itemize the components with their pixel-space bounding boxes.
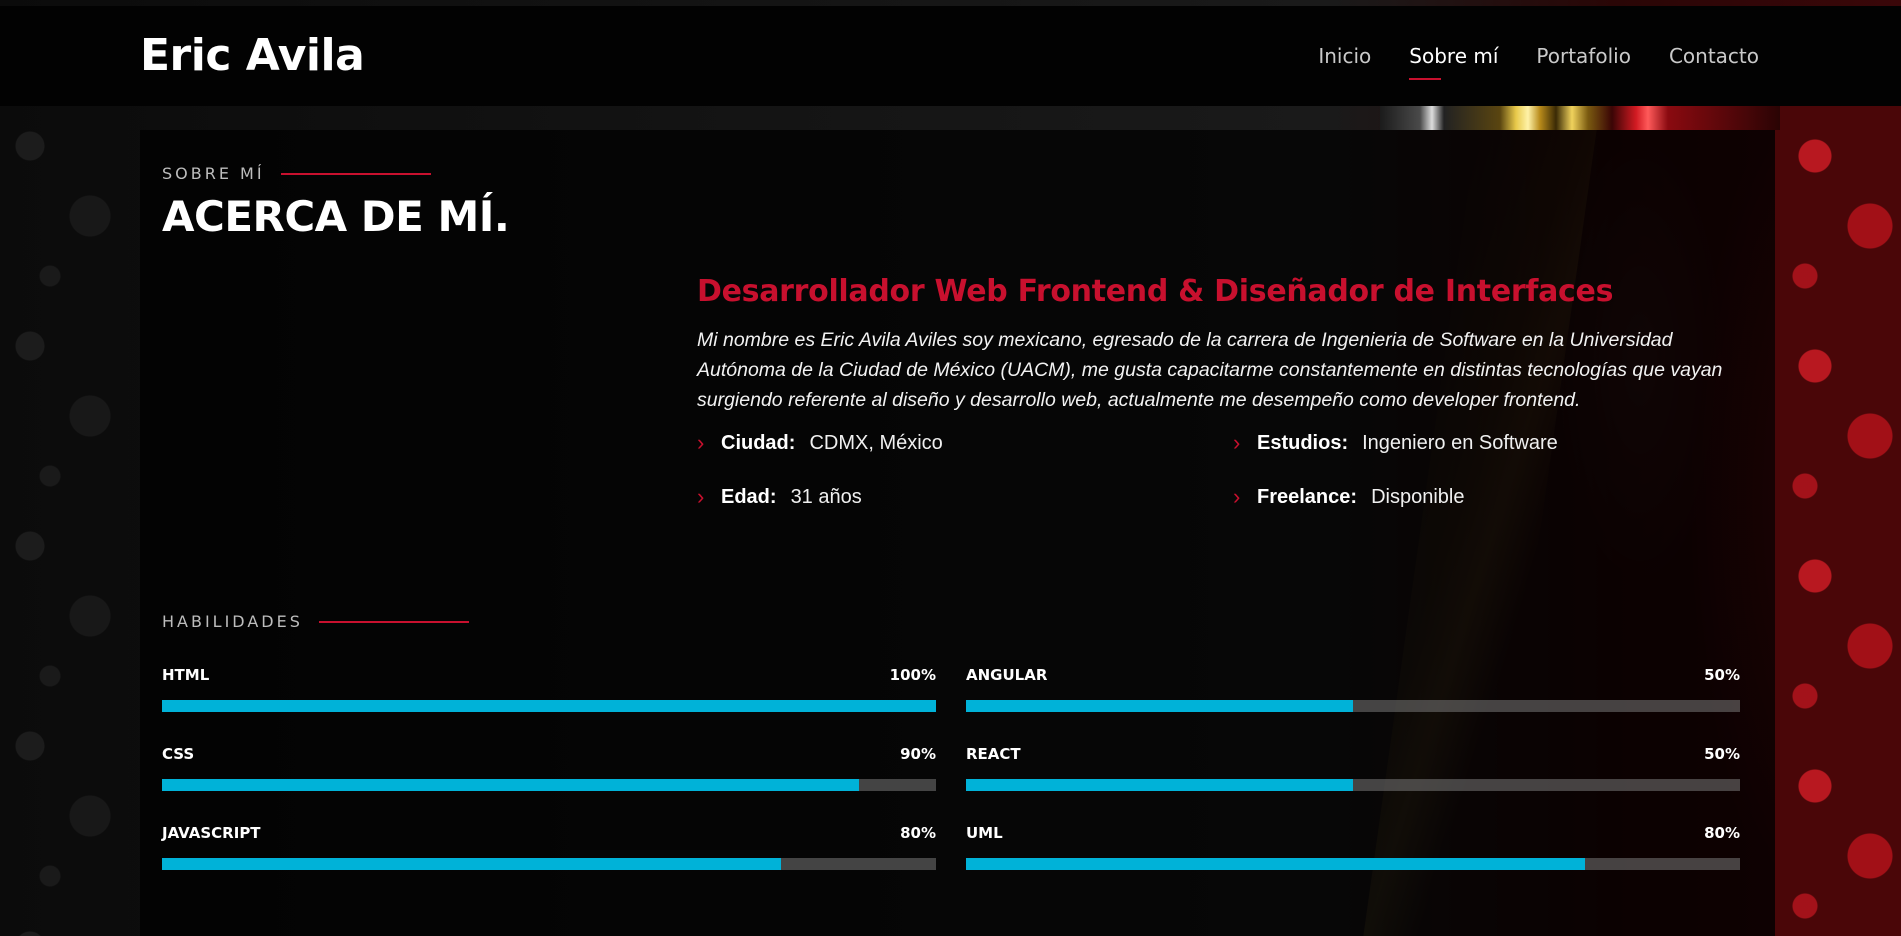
skill-css: CSS 90% — [162, 745, 936, 791]
skill-angular: ANGULAR 50% — [966, 666, 1740, 712]
fact-label: Edad: — [721, 485, 777, 508]
fact-label: Estudios: — [1257, 431, 1349, 454]
skill-progress-fill — [162, 779, 859, 791]
skill-progress-fill — [966, 700, 1353, 712]
skill-name: CSS — [162, 745, 195, 763]
skill-progress-fill — [966, 779, 1353, 791]
skill-progress-bar — [966, 858, 1740, 870]
skill-name: JAVASCRIPT — [162, 824, 261, 842]
main-nav: Inicio Sobre mí Portafolio Contacto — [1318, 44, 1759, 80]
fact-freelance: › Freelance: Disponible — [1233, 484, 1753, 510]
nav-sobre-mi[interactable]: Sobre mí — [1409, 44, 1498, 80]
skill-progress-fill — [162, 858, 782, 870]
nav-portafolio[interactable]: Portafolio — [1536, 44, 1631, 68]
skill-header: UML 80% — [966, 824, 1740, 844]
skill-uml: UML 80% — [966, 824, 1740, 870]
about-eyebrow: SOBRE MÍ — [162, 164, 431, 183]
damask-pattern-right — [1775, 106, 1901, 936]
chevron-right-icon: › — [1233, 484, 1241, 509]
skill-percent: 100% — [889, 666, 936, 684]
fact-value: 31 años — [790, 485, 862, 508]
fact-value: Disponible — [1371, 485, 1465, 508]
chevron-right-icon: › — [1233, 430, 1241, 455]
skill-name: ANGULAR — [966, 666, 1048, 684]
skill-javascript: JAVASCRIPT 80% — [162, 824, 936, 870]
damask-pattern-left — [0, 106, 140, 936]
skill-progress-fill — [162, 700, 936, 712]
skill-progress-bar — [162, 858, 936, 870]
skill-progress-bar — [966, 779, 1740, 791]
chevron-right-icon: › — [697, 484, 705, 509]
skill-progress-fill — [966, 858, 1586, 870]
site-header: Eric Avila Inicio Sobre mí Portafolio Co… — [0, 6, 1901, 106]
fact-value: CDMX, México — [809, 431, 943, 454]
page: Eric Avila Inicio Sobre mí Portafolio Co… — [0, 0, 1901, 936]
skill-progress-bar — [966, 700, 1740, 712]
bio-text: Mi nombre es Eric Avila Aviles soy mexic… — [697, 329, 1723, 411]
nav-inicio[interactable]: Inicio — [1318, 44, 1371, 68]
skill-name: UML — [966, 824, 1003, 842]
chevron-right-icon: › — [697, 430, 705, 455]
skill-header: JAVASCRIPT 80% — [162, 824, 936, 844]
skill-react: REACT 50% — [966, 745, 1740, 791]
skill-name: HTML — [162, 666, 210, 684]
eyebrow-divider — [318, 620, 469, 623]
skill-header: ANGULAR 50% — [966, 666, 1740, 686]
role-title: Desarrollador Web Frontend & Diseñador d… — [697, 274, 1614, 309]
fact-value: Ingeniero en Software — [1362, 431, 1558, 454]
skill-header: HTML 100% — [162, 666, 936, 686]
skill-percent: 50% — [1704, 666, 1740, 684]
skill-name: REACT — [966, 745, 1021, 763]
fact-ciudad: › Ciudad: CDMX, México — [697, 430, 1233, 456]
eyebrow-divider — [280, 172, 431, 175]
about-content: Desarrollador Web Frontend & Diseñador d… — [697, 274, 1757, 415]
facts-list: › Ciudad: CDMX, México › Estudios: Ingen… — [697, 430, 1757, 510]
about-eyebrow-text: SOBRE MÍ — [162, 164, 265, 183]
skill-header: REACT 50% — [966, 745, 1740, 765]
fact-label: Ciudad: — [721, 431, 796, 454]
skill-percent: 90% — [900, 745, 936, 763]
curtain-highlight — [1380, 106, 1780, 130]
skills-eyebrow-text: HABILIDADES — [162, 612, 303, 631]
nav-contacto[interactable]: Contacto — [1669, 44, 1759, 68]
skill-percent: 80% — [1704, 824, 1740, 842]
skills-grid: HTML 100% ANGULAR 50% CSS 90% REACT 50% … — [162, 666, 1740, 870]
skill-progress-bar — [162, 700, 936, 712]
skill-progress-bar — [162, 779, 936, 791]
skill-percent: 50% — [1704, 745, 1740, 763]
skill-header: CSS 90% — [162, 745, 936, 765]
skill-percent: 80% — [900, 824, 936, 842]
skills-eyebrow: HABILIDADES — [162, 612, 469, 631]
fact-edad: › Edad: 31 años — [697, 484, 1233, 510]
fact-estudios: › Estudios: Ingeniero en Software — [1233, 430, 1753, 456]
skill-html: HTML 100% — [162, 666, 936, 712]
about-section: SOBRE MÍ ACERCA DE MÍ. Desarrollador Web… — [140, 130, 1775, 936]
site-brand[interactable]: Eric Avila — [140, 30, 365, 81]
section-title: ACERCA DE MÍ. — [162, 192, 510, 241]
fact-label: Freelance: — [1257, 485, 1358, 508]
